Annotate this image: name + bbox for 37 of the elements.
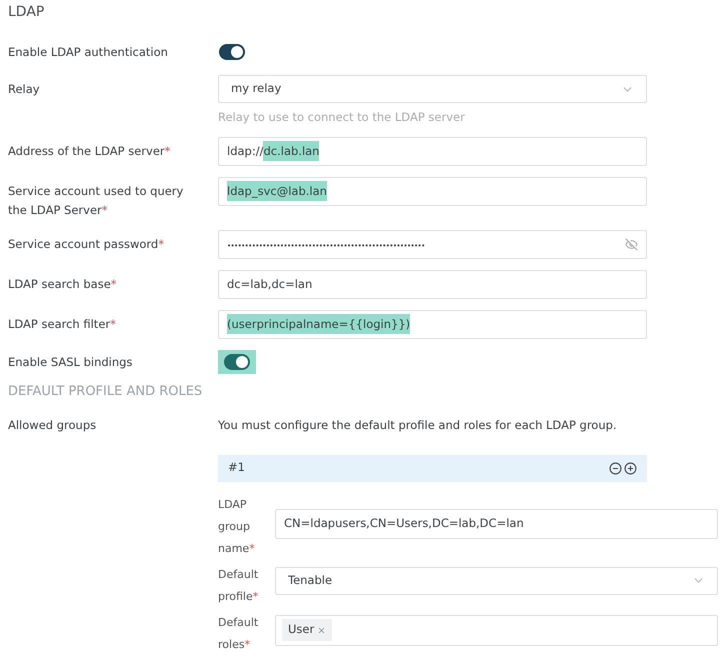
add-icon[interactable] [624,462,637,474]
relay-select[interactable]: my relay [218,75,647,103]
field-value: (userprincipalname={{login}}) [227,316,410,333]
field-value: dc=lab,dc=lan [227,276,312,293]
remove-icon[interactable] [609,462,622,474]
field-label: Default roles* [218,616,258,650]
text-field[interactable]: dc=lab,dc=lan [218,270,647,299]
field-value: my relay [231,80,282,98]
field-label: Default profile* [218,568,258,602]
field-label: LDAP search base* [8,276,117,291]
field-value: CN=ldapusers,CN=Users,DC=lab,DC=lan [284,514,524,532]
field-label: Address of the LDAP server* [8,144,170,158]
field-label: LDAP group name* [218,498,255,554]
text-field[interactable]: CN=ldapusers,CN=Users,DC=lab,DC=lan [275,508,718,538]
toggle-switch[interactable] [224,354,250,370]
note-text: You must configure the default profile and roles for each LDAP group. [218,417,618,434]
text-field[interactable]: (userprincipalname={{login}}) [218,310,647,339]
field-label: Allowed groups [8,418,96,432]
profile-select[interactable]: Tenable [275,566,718,594]
tags-field[interactable]: User [275,614,718,646]
page-title: LDAP [8,3,46,22]
field-value: Tenable [288,572,332,589]
field-label: Enable SASL bindings [8,354,132,369]
field-label: LDAP search filter* [8,316,116,331]
hint-text: Relay to use to connect to the LDAP server [218,109,466,126]
text-field[interactable]: ldap://dc.lab.lan [218,137,647,166]
field-label: Relay [8,82,40,96]
section-heading: DEFAULT PROFILE AND ROLES [8,382,204,401]
field-value: ldap_svc@lab.lan [227,183,327,200]
field-value: ldap://dc.lab.lan [227,143,320,160]
text-field[interactable]: ldap_svc@lab.lan [218,177,647,206]
role-tag[interactable]: User [282,619,332,641]
toggle-switch[interactable] [219,44,245,60]
field-label: Service account used to query the LDAP Server* [8,184,184,216]
group-number: #1 [228,459,245,476]
field-label: Service account password* [8,236,164,251]
field-label: Enable LDAP authentication [8,44,168,59]
